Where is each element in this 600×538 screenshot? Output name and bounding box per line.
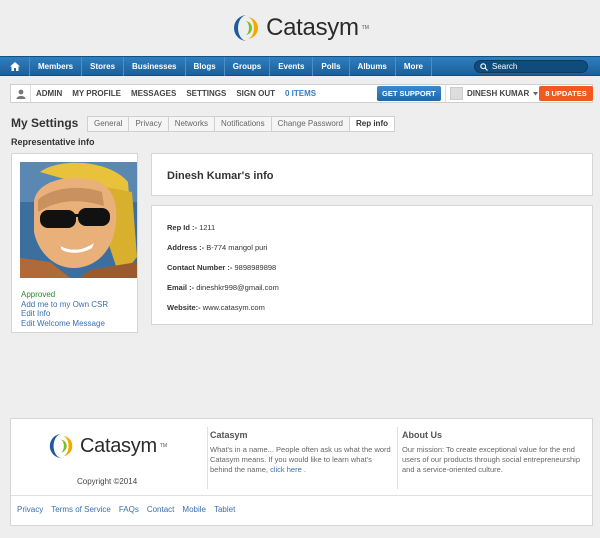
search-input[interactable]: Search bbox=[474, 60, 588, 73]
nav-events[interactable]: Events bbox=[270, 56, 314, 76]
nav-groups[interactable]: Groups bbox=[225, 56, 271, 76]
search-icon bbox=[480, 62, 488, 71]
footer-link-privacy[interactable]: Privacy bbox=[17, 505, 43, 514]
email-label: Email :- bbox=[167, 283, 195, 292]
footer-catasym-heading: Catasym bbox=[210, 430, 248, 440]
profile-avatar[interactable] bbox=[20, 162, 137, 278]
messages-link[interactable]: MESSAGES bbox=[126, 89, 181, 98]
footer-brand-name: Catasym bbox=[80, 434, 157, 457]
profile-card: Approved Add me to my Own CSR Edit Info … bbox=[11, 153, 138, 333]
footer-link-faqs[interactable]: FAQs bbox=[119, 505, 139, 514]
footer-catasym-column: Catasym What's in a name... People often… bbox=[210, 430, 392, 475]
nav-albums[interactable]: Albums bbox=[350, 56, 396, 76]
footer-link-mobile[interactable]: Mobile bbox=[182, 505, 206, 514]
website-value: www.catasym.com bbox=[202, 303, 265, 312]
cart-items-link[interactable]: 0 ITEMS bbox=[280, 89, 321, 98]
footer-divider bbox=[397, 427, 398, 489]
info-header-card: Dinesh Kumar's info bbox=[151, 153, 593, 196]
brand-logo[interactable]: Catasym TM bbox=[231, 12, 369, 44]
footer-catasym-text: What's in a name... People often ask us … bbox=[210, 445, 392, 475]
user-name: DINESH KUMAR bbox=[467, 89, 530, 98]
footer-about-text: Our mission: To create exceptional value… bbox=[402, 445, 581, 474]
user-icon bbox=[16, 89, 25, 99]
tab-general[interactable]: General bbox=[88, 117, 130, 131]
chevron-down-icon bbox=[533, 91, 539, 95]
info-details-card: Rep Id :- 1211 Address :- B-774 mangol p… bbox=[151, 205, 593, 325]
nav-more[interactable]: More bbox=[396, 56, 433, 76]
rep-id-row: Rep Id :- 1211 bbox=[167, 223, 215, 232]
nav-blogs[interactable]: Blogs bbox=[186, 56, 225, 76]
catasym-logo-icon bbox=[49, 433, 73, 459]
site-footer: Catasym TM Copyright ©2014 Catasym What's… bbox=[10, 418, 593, 526]
home-icon bbox=[9, 61, 20, 71]
contact-row: Contact Number :- 9898989898 bbox=[167, 263, 276, 272]
footer-link-tablet[interactable]: Tablet bbox=[214, 505, 235, 514]
nav-polls[interactable]: Polls bbox=[313, 56, 350, 76]
home-button[interactable] bbox=[0, 56, 30, 76]
rep-id-value: 1211 bbox=[199, 223, 216, 232]
search-placeholder: Search bbox=[492, 62, 518, 71]
catasym-after: . bbox=[303, 465, 306, 474]
footer-divider bbox=[207, 427, 208, 489]
nav-stores[interactable]: Stores bbox=[82, 56, 125, 76]
address-label: Address :- bbox=[167, 243, 205, 252]
updates-button[interactable]: 8 UPDATES bbox=[539, 86, 593, 101]
user-account-menu[interactable]: DINESH KUMAR bbox=[445, 85, 539, 102]
sign-out-link[interactable]: SIGN OUT bbox=[231, 89, 280, 98]
email-value: dineshkr998@gmail.com bbox=[196, 283, 279, 292]
rep-id-label: Rep Id :- bbox=[167, 223, 197, 232]
edit-info-link[interactable]: Edit Info bbox=[21, 309, 108, 319]
status-badge: Approved bbox=[21, 290, 56, 299]
footer-brand-tm: TM bbox=[159, 443, 168, 449]
section-title: Representative info bbox=[11, 137, 95, 147]
brand-name: Catasym bbox=[266, 14, 359, 41]
footer-links: Privacy Terms of Service FAQs Contact Mo… bbox=[17, 505, 235, 514]
my-profile-link[interactable]: MY PROFILE bbox=[67, 89, 126, 98]
tab-privacy[interactable]: Privacy bbox=[129, 117, 169, 131]
info-title: Dinesh Kumar's info bbox=[167, 170, 274, 182]
email-row: Email :- dineshkr998@gmail.com bbox=[167, 283, 279, 292]
settings-tabs: General Privacy Networks Notifications C… bbox=[87, 116, 395, 132]
website-row: Website:- www.catasym.com bbox=[167, 303, 265, 312]
avatar bbox=[450, 87, 463, 100]
user-toolbar: ADMIN MY PROFILE MESSAGES SETTINGS SIGN … bbox=[10, 84, 593, 103]
website-label: Website:- bbox=[167, 303, 201, 312]
catasym-logo-icon bbox=[234, 15, 259, 41]
footer-link-contact[interactable]: Contact bbox=[147, 505, 175, 514]
card-links: Approved Add me to my Own CSR Edit Info … bbox=[21, 290, 108, 328]
click-here-link[interactable]: click here bbox=[270, 465, 302, 474]
edit-welcome-message-link[interactable]: Edit Welcome Message bbox=[21, 319, 108, 329]
address-value: B-774 mangol puri bbox=[206, 243, 268, 252]
add-csr-link[interactable]: Add me to my Own CSR bbox=[21, 300, 108, 310]
brand-header: Catasym TM bbox=[0, 10, 600, 46]
tab-rep-info[interactable]: Rep info bbox=[350, 117, 394, 131]
main-nav: Members Stores Businesses Blogs Groups E… bbox=[0, 56, 600, 76]
footer-about-column: About Us Our mission: To create exceptio… bbox=[402, 430, 584, 475]
settings-link[interactable]: SETTINGS bbox=[181, 89, 231, 98]
user-menu-button[interactable] bbox=[11, 85, 31, 102]
nav-members[interactable]: Members bbox=[30, 56, 83, 76]
nav-businesses[interactable]: Businesses bbox=[124, 56, 186, 76]
footer-logo[interactable]: Catasym TM bbox=[47, 431, 167, 461]
contact-value: 9898989898 bbox=[234, 263, 277, 272]
cartoon-avatar-image bbox=[20, 162, 137, 278]
brand-tm: TM bbox=[361, 25, 369, 31]
contact-label: Contact Number :- bbox=[167, 263, 233, 272]
page-title: My Settings bbox=[11, 116, 79, 130]
footer-divider bbox=[11, 495, 592, 496]
tab-networks[interactable]: Networks bbox=[169, 117, 216, 131]
get-support-button[interactable]: GET SUPPORT bbox=[377, 86, 441, 101]
address-row: Address :- B-774 mangol puri bbox=[167, 243, 267, 252]
admin-link[interactable]: ADMIN bbox=[31, 89, 67, 98]
tab-notifications[interactable]: Notifications bbox=[215, 117, 272, 131]
tab-change-password[interactable]: Change Password bbox=[272, 117, 350, 131]
footer-about-heading: About Us bbox=[402, 430, 442, 440]
footer-link-terms[interactable]: Terms of Service bbox=[51, 505, 111, 514]
copyright: Copyright ©2014 bbox=[77, 477, 138, 486]
